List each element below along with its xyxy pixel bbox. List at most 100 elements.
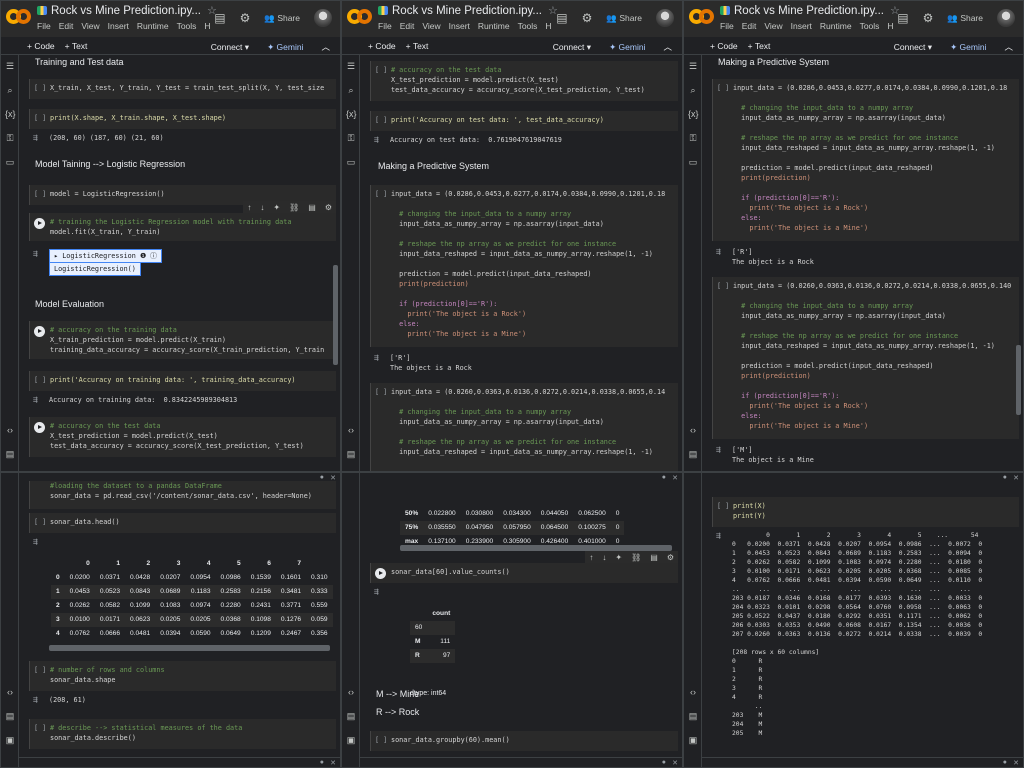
menu-insert[interactable]: Insert <box>791 21 812 31</box>
folder-icon[interactable]: ▭ <box>5 157 15 167</box>
terminal-icon[interactable]: ▣ <box>346 735 356 745</box>
code-cell[interactable]: [ ] sonar_data.groupby(60).mean() <box>370 731 678 751</box>
menu-help[interactable]: H <box>545 21 551 31</box>
close-icon[interactable]: ✕ <box>330 759 336 767</box>
menu-help[interactable]: H <box>887 21 893 31</box>
code-cell[interactable]: [ ] # describe --> statistical measures o… <box>29 719 336 749</box>
code-cell[interactable]: [ ] input_data = (0.0260,0.0363,0.0136,0.… <box>712 277 1019 439</box>
search-icon[interactable]: ⌕ <box>346 85 356 95</box>
menu-view[interactable]: View <box>422 21 440 31</box>
menu-file[interactable]: File <box>37 21 51 31</box>
code-snippets-icon[interactable]: ‹› <box>346 425 356 435</box>
menu-tools[interactable]: Tools <box>518 21 538 31</box>
settings-icon[interactable]: ⚙ <box>325 203 332 212</box>
menu-runtime[interactable]: Runtime <box>820 21 852 31</box>
menu-insert[interactable]: Insert <box>449 21 470 31</box>
connect-button[interactable]: Connect ▾ <box>894 42 932 53</box>
add-code-button[interactable]: + Code <box>710 41 738 51</box>
menu-file[interactable]: File <box>720 21 734 31</box>
variables-icon[interactable]: {x} <box>5 109 16 119</box>
cell-run-bracket[interactable]: [ ] <box>34 375 46 385</box>
folder-icon[interactable]: ▭ <box>346 157 356 167</box>
run-cell-button[interactable] <box>375 568 386 579</box>
close-icon[interactable]: ✕ <box>672 759 678 767</box>
search-icon[interactable]: ⌕ <box>5 85 15 95</box>
gear-icon[interactable]: ⚙ <box>582 11 593 25</box>
close-icon[interactable]: ✕ <box>1013 474 1019 482</box>
cell-run-bracket[interactable]: [ ] <box>34 113 46 123</box>
comment-icon[interactable]: ▤ <box>650 553 658 562</box>
run-cell-button[interactable] <box>34 422 45 433</box>
move-down-icon[interactable]: ↓ <box>260 203 264 212</box>
chevron-up-icon[interactable]: ︿ <box>1004 41 1013 53</box>
run-cell-button[interactable] <box>34 218 45 229</box>
cell-run-bracket[interactable]: [ ] <box>375 387 387 397</box>
command-palette-icon[interactable]: ▤ <box>346 449 356 459</box>
close-icon[interactable]: ✕ <box>672 474 678 482</box>
link-icon[interactable]: ⛓ <box>289 203 299 212</box>
cell-run-bracket[interactable]: [ ] <box>375 189 387 199</box>
code-cell[interactable]: # training the Logistic Regression model… <box>29 213 336 241</box>
menu-edit[interactable]: Edit <box>742 21 757 31</box>
run-cell-button[interactable] <box>34 326 45 337</box>
code-snippets-icon[interactable]: ‹› <box>688 425 698 435</box>
cell-run-bracket[interactable]: [ ] <box>34 723 46 733</box>
code-cell[interactable]: [ ] print('Accuracy on training data: ', … <box>29 371 336 391</box>
cell-run-bracket[interactable]: [ ] <box>34 83 46 93</box>
command-palette-icon[interactable]: ▤ <box>346 711 356 721</box>
connect-button[interactable]: Connect ▾ <box>553 42 591 53</box>
add-text-button[interactable]: + Text <box>748 41 771 51</box>
code-cell[interactable]: [ ] input_data = (0.0260,0.0363,0.0136,0.… <box>370 383 678 471</box>
menu-edit[interactable]: Edit <box>400 21 415 31</box>
gear-icon[interactable]: ⚙ <box>240 11 251 25</box>
comment-icon[interactable]: ▤ <box>214 11 225 25</box>
add-code-button[interactable]: + Code <box>368 41 396 51</box>
scrollbar[interactable] <box>1016 345 1021 415</box>
code-snippets-icon[interactable]: ‹› <box>5 687 15 697</box>
avatar[interactable] <box>656 9 674 27</box>
menu-help[interactable]: H <box>204 21 210 31</box>
chevron-up-icon[interactable]: ︿ <box>321 41 330 53</box>
code-cell[interactable]: # accuracy on the test data X_test_predi… <box>29 417 336 457</box>
gear-icon[interactable]: ⚙ <box>923 11 934 25</box>
cell-run-bracket[interactable]: [ ] <box>375 115 387 125</box>
gemini-button[interactable]: ✦ Gemini <box>950 42 986 53</box>
key-icon[interactable]: ⚿ <box>688 133 698 143</box>
add-text-button[interactable]: + Text <box>406 41 429 51</box>
gemini-icon[interactable]: ✦ <box>273 203 280 212</box>
menu-edit[interactable]: Edit <box>59 21 74 31</box>
move-up-icon[interactable]: ↑ <box>589 553 593 562</box>
notebook-title[interactable]: Rock vs Mine Prediction.ipy... <box>734 5 884 17</box>
key-icon[interactable]: ⚿ <box>346 133 356 143</box>
notebook-title[interactable]: Rock vs Mine Prediction.ipy... <box>51 5 201 17</box>
menu-insert[interactable]: Insert <box>108 21 129 31</box>
horizontal-scrollbar[interactable] <box>49 645 330 651</box>
command-palette-icon[interactable]: ▤ <box>688 711 698 721</box>
variables-icon[interactable]: {x} <box>688 109 699 119</box>
command-palette-icon[interactable]: ▤ <box>688 449 698 459</box>
model-repr-badge[interactable]: ▸ LogisticRegression ❶ ⓘ <box>49 249 162 263</box>
share-button[interactable]: 👥 Share <box>947 13 983 24</box>
comment-icon[interactable]: ▤ <box>308 203 316 212</box>
code-cell[interactable]: #loading the dataset to a pandas DataFra… <box>29 481 336 509</box>
code-cell[interactable]: [ ] print(X) print(Y) <box>712 497 1019 527</box>
menu-view[interactable]: View <box>81 21 99 31</box>
variables-icon[interactable]: {x} <box>346 109 357 119</box>
code-snippets-icon[interactable]: ‹› <box>346 687 356 697</box>
settings-icon[interactable]: ⚙ <box>667 553 674 562</box>
command-palette-icon[interactable]: ▤ <box>5 711 15 721</box>
gemini-button[interactable]: ✦ Gemini <box>609 42 645 53</box>
key-icon[interactable]: ⚿ <box>5 133 15 143</box>
code-snippets-icon[interactable]: ‹› <box>688 687 698 697</box>
gemini-icon[interactable]: ✦ <box>615 553 622 562</box>
code-cell[interactable]: [ ] sonar_data.head() <box>29 513 336 533</box>
close-icon[interactable]: ✕ <box>1013 759 1019 767</box>
add-text-button[interactable]: + Text <box>65 41 88 51</box>
share-button[interactable]: 👥 Share <box>264 13 300 24</box>
scrollbar[interactable] <box>333 265 338 365</box>
link-icon[interactable]: ⛓ <box>631 553 641 562</box>
toc-icon[interactable]: ☰ <box>688 61 698 71</box>
move-down-icon[interactable]: ↓ <box>602 553 606 562</box>
code-cell[interactable]: [ ] # number of rows and columns sonar_da… <box>29 661 336 691</box>
code-cell[interactable]: [ ] # accuracy on the test data X_test_pr… <box>370 61 678 101</box>
